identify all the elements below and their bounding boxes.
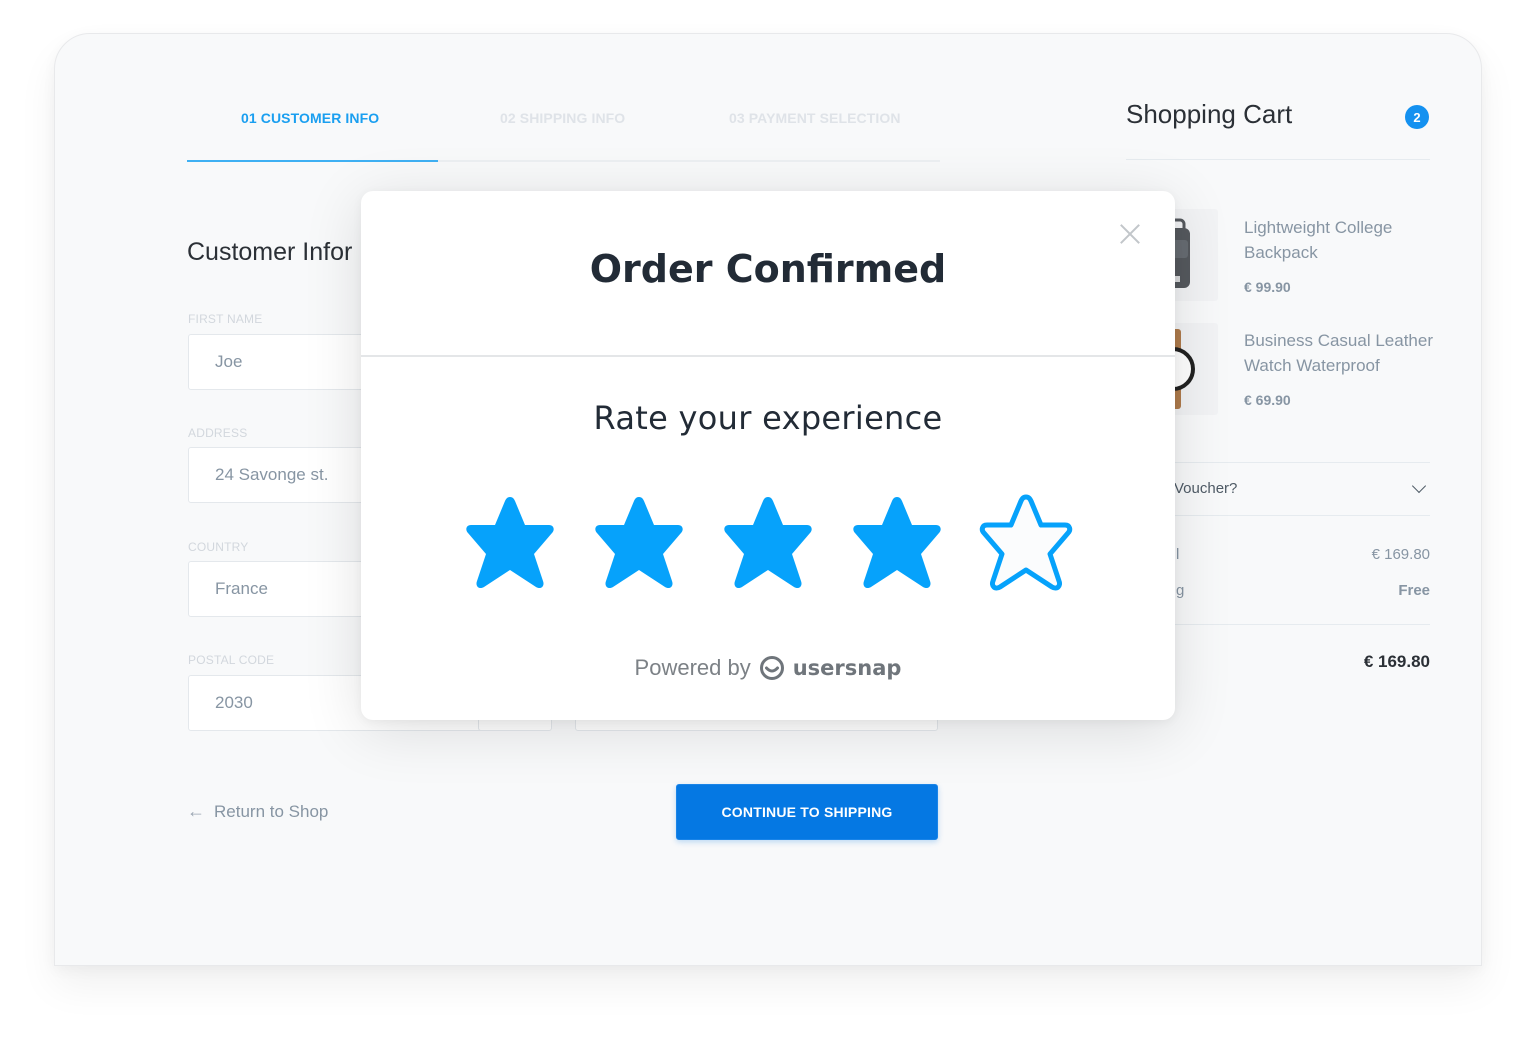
powered-by: Powered by usersnap xyxy=(361,655,1175,681)
postal-code-label: POSTAL CODE xyxy=(188,653,275,667)
address-label: ADDRESS xyxy=(188,426,248,440)
star-filled-icon[interactable] xyxy=(461,491,559,591)
usersnap-brand: usersnap xyxy=(792,656,902,680)
cart-item-price: € 99.90 xyxy=(1244,279,1291,295)
chevron-down-icon xyxy=(1411,478,1427,494)
modal-divider xyxy=(361,355,1175,357)
step-payment-selection[interactable]: 03 PAYMENT SELECTION xyxy=(729,110,901,126)
cart-item-name: Lightweight College Backpack xyxy=(1244,218,1393,262)
step-shipping-info[interactable]: 02 SHIPPING INFO xyxy=(500,110,625,126)
cart-count-badge: 2 xyxy=(1405,105,1429,129)
arrow-left-icon: ← xyxy=(187,801,205,821)
powered-by-label: Powered by xyxy=(634,655,751,680)
star-filled-icon[interactable] xyxy=(848,491,946,591)
shipping-value: Free xyxy=(1398,582,1430,599)
postal-code-value: 2030 xyxy=(215,693,253,712)
active-step-indicator xyxy=(187,160,438,162)
star-filled-icon[interactable] xyxy=(590,491,688,591)
first-name-value: Joe xyxy=(215,352,243,371)
step-customer-info[interactable]: 01 CUSTOMER INFO xyxy=(241,110,379,126)
close-icon[interactable] xyxy=(1119,223,1141,245)
cart-item-price: € 69.90 xyxy=(1244,392,1291,408)
rating-modal: Order Confirmed Rate your experience Pow… xyxy=(361,191,1175,720)
cart-divider xyxy=(1126,159,1430,160)
total-value: € 169.80 xyxy=(1363,652,1430,671)
country-value: France xyxy=(215,579,268,598)
cart-item-name: Business Casual Leather Watch Waterproof xyxy=(1244,331,1434,375)
address-value: 24 Savonge st. xyxy=(215,465,329,484)
first-name-label: FIRST NAME xyxy=(188,312,263,326)
continue-to-shipping-button[interactable]: CONTINUE TO SHIPPING xyxy=(676,784,938,840)
star-empty-icon[interactable] xyxy=(977,491,1075,591)
country-label: COUNTRY xyxy=(188,540,249,554)
usersnap-logo-icon xyxy=(759,656,784,680)
return-to-shop-label: Return to Shop xyxy=(214,801,329,821)
section-title: Customer Infor xyxy=(187,238,353,266)
modal-subtitle: Rate your experience xyxy=(593,399,943,437)
cart-title: Shopping Cart xyxy=(1126,99,1293,129)
checkout-steps: 01 CUSTOMER INFO 02 SHIPPING INFO 03 PAY… xyxy=(187,100,940,162)
star-rating xyxy=(461,491,1075,591)
star-filled-icon[interactable] xyxy=(719,491,817,591)
subtotal-value: € 169.80 xyxy=(1371,546,1430,563)
return-to-shop-link[interactable]: ← Return to Shop xyxy=(187,801,328,822)
modal-title: Order Confirmed xyxy=(589,247,947,291)
